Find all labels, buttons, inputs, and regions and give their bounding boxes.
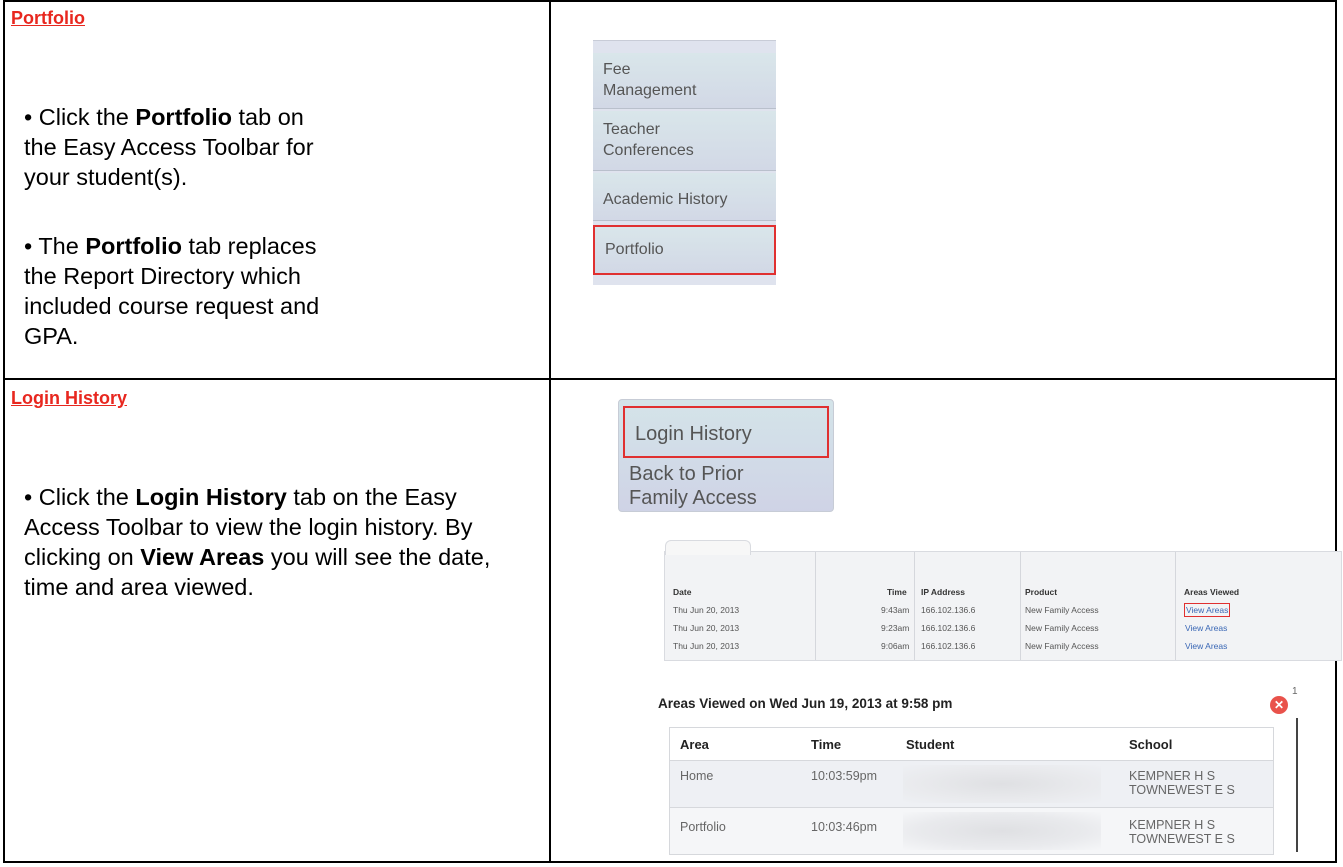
areas-row: Home 10:03:59pm KEMPNER H S TOWNEWEST E …: [670, 761, 1273, 807]
scrollbar[interactable]: [1296, 718, 1298, 852]
header-ip: IP Address: [921, 587, 965, 597]
bullet-bold: Login History: [135, 484, 287, 510]
nav-label: Back to Prior: [629, 463, 744, 485]
cell-product: New Family Access: [1025, 605, 1099, 615]
table-header-row: Date Time IP Address Product Areas Viewe…: [665, 584, 1341, 600]
portfolio-section-title: Portfolio: [11, 8, 85, 28]
nav-label: Management: [603, 82, 697, 99]
cell-time: 9:23am: [881, 623, 910, 633]
nav-label: Fee: [603, 61, 631, 78]
nav-label: Family Access: [629, 487, 757, 509]
nav-item-back-to-prior[interactable]: Back to Prior Family Access: [619, 462, 833, 510]
nav-item-fee-management[interactable]: Fee Management: [593, 53, 776, 109]
bullet-prefix: • The: [24, 233, 86, 259]
view-areas-link[interactable]: View Areas: [1185, 641, 1227, 651]
cell-area: Home: [680, 769, 714, 783]
bullet-prefix: • Click the: [24, 104, 136, 130]
header-student: Student: [906, 737, 955, 752]
header-area: Area: [680, 737, 709, 752]
header-date: Date: [673, 587, 692, 597]
table-row: Thu Jun 20, 2013 9:06am 166.102.136.6 Ne…: [665, 638, 1341, 654]
table-tab[interactable]: [665, 540, 751, 555]
cell-date: Thu Jun 20, 2013: [673, 605, 740, 615]
close-superscript: 1: [1292, 686, 1298, 697]
cell-area: Portfolio: [680, 820, 726, 834]
cell-school: TOWNEWEST E S: [1129, 783, 1235, 797]
portfolio-nav-screenshot: Fee Management Teacher Conferences Acade…: [593, 40, 776, 285]
cell-time: 9:06am: [881, 641, 910, 651]
bullet-bold: Portfolio: [85, 233, 182, 259]
cell-ip: 166.102.136.6: [921, 623, 976, 633]
view-areas-link[interactable]: View Areas: [1184, 603, 1231, 617]
nav-label: Teacher: [603, 121, 660, 138]
login-bullet: • Click the Login History tab on the Eas…: [24, 482, 534, 602]
cell-product: New Family Access: [1025, 641, 1099, 651]
nav-item-login-history[interactable]: Login History: [623, 406, 829, 458]
portfolio-bullet-1: • Click the Portfolio tab on the Easy Ac…: [24, 102, 324, 192]
nav-label: Portfolio: [605, 241, 664, 258]
cell-product: New Family Access: [1025, 623, 1099, 633]
cell-school: KEMPNER H S: [1129, 818, 1216, 832]
header-areas: Areas Viewed: [1184, 587, 1240, 597]
areas-header-row: Area Time Student School: [670, 728, 1273, 761]
bullet-prefix: • Click the: [24, 484, 136, 510]
login-section-title: Login History: [11, 388, 127, 408]
nav-item-academic-history[interactable]: Academic History: [593, 173, 776, 221]
nav-label: Conferences: [603, 142, 694, 159]
bullet-bold: Portfolio: [135, 104, 232, 130]
header-product: Product: [1025, 587, 1058, 597]
nav-item-teacher-conferences[interactable]: Teacher Conferences: [593, 111, 776, 171]
bullet-bold: View Areas: [140, 544, 265, 570]
column-divider: [549, 0, 551, 863]
areas-viewed-table: Area Time Student School Home 10:03:59pm…: [669, 727, 1274, 855]
header-school: School: [1129, 737, 1173, 752]
header-time: Time: [811, 737, 842, 752]
nav-item-portfolio[interactable]: Portfolio: [593, 225, 776, 275]
cell-school: KEMPNER H S: [1129, 769, 1216, 783]
login-history-table: Date Time IP Address Product Areas Viewe…: [664, 540, 1342, 661]
cell-date: Thu Jun 20, 2013: [673, 623, 740, 633]
view-areas-link[interactable]: View Areas: [1185, 623, 1227, 633]
cell-school: TOWNEWEST E S: [1129, 832, 1235, 846]
header-time: Time: [887, 587, 907, 597]
nav-label: Academic History: [603, 191, 728, 208]
nav-label: Login History: [635, 423, 752, 445]
table-row: Thu Jun 20, 2013 9:23am 166.102.136.6 Ne…: [665, 620, 1341, 636]
student-name-blurred: [903, 765, 1101, 803]
portfolio-bullet-2: • The Portfolio tab replaces the Report …: [24, 231, 324, 351]
close-icon[interactable]: ✕: [1270, 696, 1288, 714]
student-name-blurred: [903, 812, 1101, 850]
cell-time: 10:03:59pm: [811, 769, 878, 783]
areas-viewed-title: Areas Viewed on Wed Jun 19, 2013 at 9:58…: [658, 696, 953, 711]
cell-time: 10:03:46pm: [811, 820, 878, 834]
cell-ip: 166.102.136.6: [921, 641, 976, 651]
login-nav-screenshot: Login History Back to Prior Family Acces…: [618, 399, 834, 512]
row-divider: [3, 378, 1337, 380]
areas-row: Portfolio 10:03:46pm KEMPNER H S TOWNEWE…: [670, 807, 1273, 854]
table-row: Thu Jun 20, 2013 9:43am 166.102.136.6 Ne…: [665, 602, 1341, 618]
cell-ip: 166.102.136.6: [921, 605, 976, 615]
cell-date: Thu Jun 20, 2013: [673, 641, 740, 651]
cell-time: 9:43am: [881, 605, 910, 615]
